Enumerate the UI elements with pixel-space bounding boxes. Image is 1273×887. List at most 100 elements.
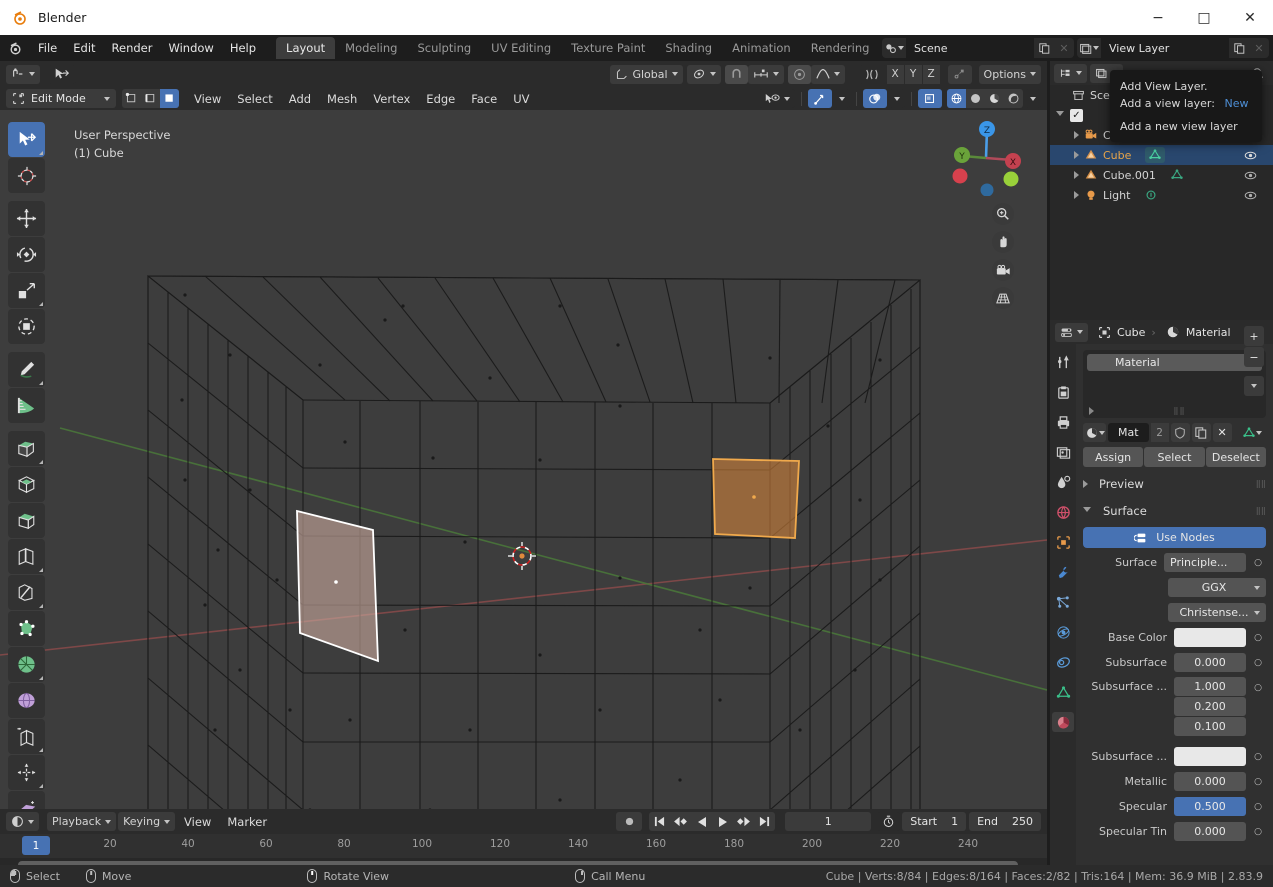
animate-property-icon[interactable]: ○ — [1250, 677, 1266, 696]
properties-editor-type[interactable] — [1055, 322, 1088, 342]
menu-window[interactable]: Window — [160, 38, 221, 58]
outliner-row-light[interactable]: Light — [1050, 185, 1273, 205]
minimize-button[interactable]: − — [1135, 0, 1181, 35]
menu-help[interactable]: Help — [222, 38, 264, 58]
tab-output[interactable] — [1052, 412, 1074, 432]
spin-tool[interactable] — [8, 647, 45, 682]
next-keyframe-button[interactable] — [733, 812, 754, 831]
subsurface-value-field[interactable]: 0.000 — [1174, 653, 1246, 672]
zoom-icon[interactable] — [992, 203, 1014, 225]
base-color-swatch[interactable] — [1174, 628, 1246, 647]
fake-user-shield-icon[interactable] — [1170, 423, 1190, 442]
keying-dropdown[interactable]: Keying — [118, 812, 176, 831]
blender-menu-icon[interactable] — [6, 39, 24, 57]
expand-icon[interactable] — [1074, 131, 1079, 139]
mesh-data-icon[interactable] — [1145, 147, 1166, 163]
distribution-dropdown[interactable]: GGX — [1168, 578, 1266, 597]
animate-property-icon[interactable]: ○ — [1250, 628, 1266, 647]
menu-vertex[interactable]: Vertex — [366, 90, 417, 108]
specular-tint-value-field[interactable]: 0.000 — [1174, 822, 1246, 841]
tab-modifiers[interactable] — [1052, 562, 1074, 582]
tweak-select-tool[interactable] — [8, 122, 45, 157]
menu-view[interactable]: View — [187, 90, 228, 108]
shading-options-dropdown[interactable] — [1025, 89, 1041, 108]
outliner-editor-type[interactable] — [1054, 63, 1087, 83]
scene-name[interactable]: Scene — [906, 38, 1034, 58]
playback-dropdown[interactable]: Playback — [47, 812, 117, 831]
tab-object[interactable] — [1052, 532, 1074, 552]
material-slot-item[interactable]: Material — [1087, 354, 1262, 371]
tab-view-layer[interactable] — [1052, 442, 1074, 462]
material-preview-shading[interactable] — [985, 89, 1004, 108]
subsurface-radius-y[interactable]: 0.200 — [1174, 697, 1246, 716]
tab-render[interactable] — [1052, 382, 1074, 402]
grip-dots-icon[interactable]: ⣿⣿ — [1173, 407, 1185, 415]
add-material-slot-button[interactable]: + — [1244, 326, 1264, 346]
wireframe-shading[interactable] — [947, 89, 966, 108]
tab-uv-editing[interactable]: UV Editing — [481, 37, 561, 59]
mirror-axis-x[interactable]: X — [886, 64, 904, 84]
animate-property-icon[interactable]: ○ — [1250, 553, 1266, 572]
bevel-tool[interactable] — [8, 503, 45, 538]
material-name-field[interactable]: Mat — [1108, 423, 1149, 442]
mirror-axis-z[interactable]: Z — [922, 64, 940, 84]
jump-to-start-button[interactable] — [649, 812, 670, 831]
viewlayer-selector[interactable]: View Layer ✕ — [1077, 38, 1269, 58]
mirror-axis-y[interactable]: Y — [904, 64, 922, 84]
remove-scene-icon[interactable]: ✕ — [1054, 38, 1074, 58]
slot-expand-icon[interactable] — [1089, 407, 1094, 415]
visibility-selectability-dropdown[interactable] — [759, 89, 795, 108]
preview-panel-header[interactable]: Preview ⣿⣿ — [1083, 474, 1266, 494]
rotate-tool[interactable] — [8, 237, 45, 272]
animate-property-icon[interactable]: ○ — [1250, 653, 1266, 672]
use-preview-range-icon[interactable] — [877, 812, 901, 831]
animate-property-icon[interactable]: ○ — [1250, 822, 1266, 841]
frame-start-field[interactable]: Start 1 — [902, 812, 967, 831]
pivot-point-dropdown[interactable] — [686, 64, 721, 84]
subsurface-color-swatch[interactable] — [1174, 747, 1246, 766]
visibility-icon[interactable] — [1244, 189, 1257, 202]
surface-shader-dropdown[interactable]: Principle... — [1164, 553, 1246, 572]
new-scene-icon[interactable] — [1034, 38, 1054, 58]
3d-viewport[interactable]: User Perspective (1) Cube Z X Y — [0, 110, 1047, 809]
toggle-perspective-icon[interactable] — [992, 287, 1014, 309]
breadcrumb-material-label[interactable]: Material — [1186, 326, 1231, 339]
transform-tool[interactable] — [8, 309, 45, 344]
subsurface-radius-z[interactable]: 0.100 — [1174, 717, 1246, 736]
mirror-options-icon[interactable] — [858, 64, 887, 84]
subsurface-method-dropdown[interactable]: Christense... — [1168, 603, 1266, 622]
scene-selector[interactable]: Scene ✕ — [882, 38, 1074, 58]
show-gizmo-toggle[interactable] — [808, 89, 832, 108]
browse-material-icon[interactable] — [1083, 423, 1106, 442]
annotate-tool[interactable] — [8, 352, 45, 387]
gizmo-options-dropdown[interactable] — [834, 89, 850, 108]
new-material-copy-icon[interactable] — [1191, 423, 1211, 442]
material-slot-list[interactable]: Material ⣿⣿ — [1083, 350, 1266, 418]
expand-icon[interactable] — [1074, 151, 1079, 159]
animate-property-icon[interactable]: ○ — [1250, 797, 1266, 816]
snap-toggle-button[interactable] — [6, 64, 40, 84]
snap-target-dropdown[interactable] — [747, 64, 784, 84]
outliner-row-cube[interactable]: Cube — [1050, 145, 1273, 165]
visibility-icon[interactable] — [1244, 149, 1257, 162]
surface-panel-header[interactable]: Surface ⣿⣿ — [1083, 501, 1266, 521]
tab-sculpting[interactable]: Sculpting — [407, 37, 481, 59]
transform-orientation-dropdown[interactable]: Global — [610, 64, 683, 84]
outliner-row-cube-001[interactable]: Cube.001 — [1050, 165, 1273, 185]
show-overlays-toggle[interactable] — [863, 89, 887, 108]
playhead[interactable]: 1 — [22, 836, 50, 855]
tab-scene[interactable] — [1052, 472, 1074, 492]
collection-expand-icon[interactable] — [1056, 110, 1064, 120]
timeline-menu-marker[interactable]: Marker — [220, 813, 274, 831]
move-tool[interactable] — [8, 201, 45, 236]
subsurface-radius-x[interactable]: 1.000 — [1174, 677, 1246, 696]
inset-faces-tool[interactable] — [8, 467, 45, 502]
menu-select[interactable]: Select — [230, 90, 279, 108]
new-viewlayer-icon[interactable] — [1229, 38, 1249, 58]
topology-mirror-icon[interactable] — [947, 64, 972, 84]
material-specials-menu[interactable] — [1244, 376, 1264, 396]
scale-tool[interactable] — [8, 273, 45, 308]
rendered-shading[interactable] — [1004, 89, 1023, 108]
transform-cursor-icon[interactable] — [48, 64, 76, 84]
material-data-icon[interactable] — [1239, 423, 1265, 442]
